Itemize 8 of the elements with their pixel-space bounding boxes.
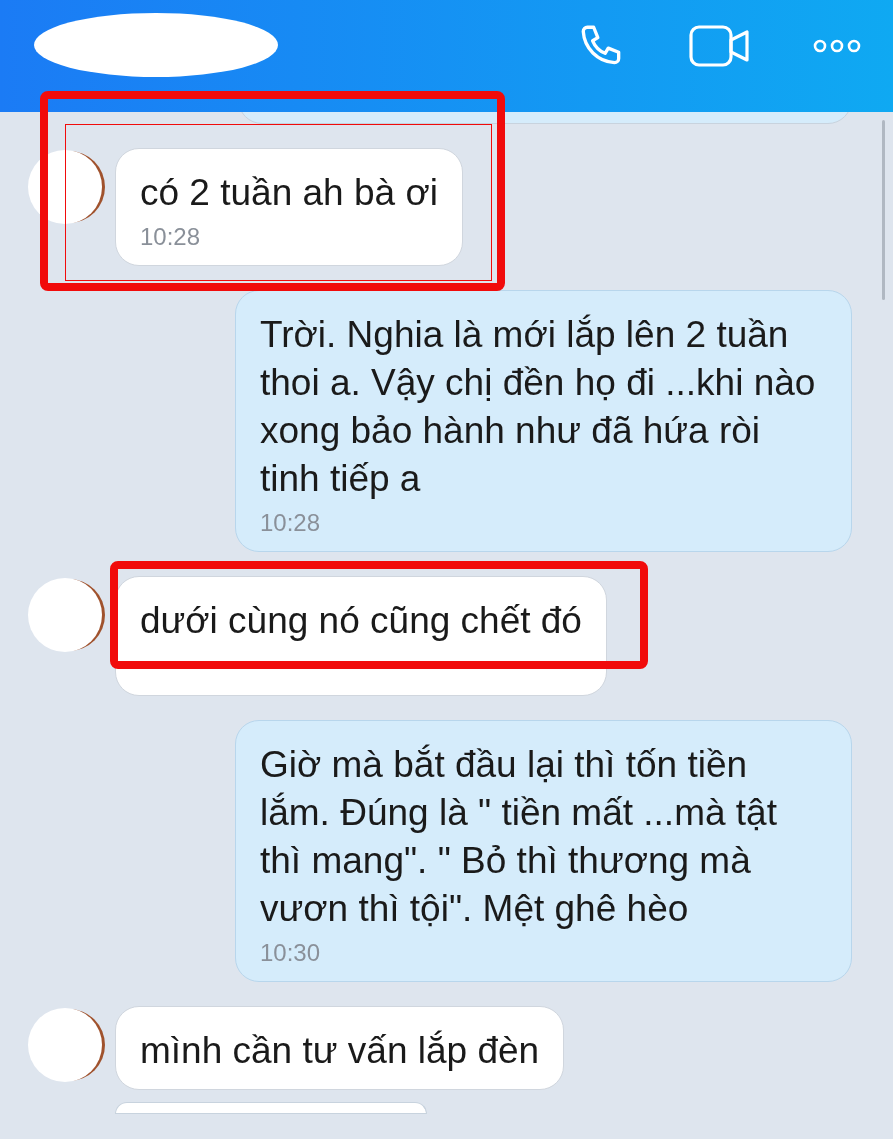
message-time: 10:28 <box>260 509 322 537</box>
message-time: 10:30 <box>260 939 322 967</box>
message-text: có 2 tuần ah bà ơi <box>140 171 438 215</box>
message-text: Giờ mà bắt đầu lại thì tốn tiền lắm. Đúng là " tiền mất ...mà tật thì mang". " Bỏ thì thương mà vươn thì tội". Mệt ghê hèo <box>260 743 778 931</box>
message-time: 10:28 <box>140 223 202 251</box>
message-text: Trời. Nghia là mới lắp lên 2 tuần thoi a. Vậy chị đền họ đi ...khi nào xong bảo hành như đã hứa ròi tinh tiếp a <box>260 313 817 501</box>
message-text: mình cần tư vấn lắp đèn <box>140 1029 540 1073</box>
message-text: dưới cùng nó cũng chết đó <box>140 599 582 643</box>
